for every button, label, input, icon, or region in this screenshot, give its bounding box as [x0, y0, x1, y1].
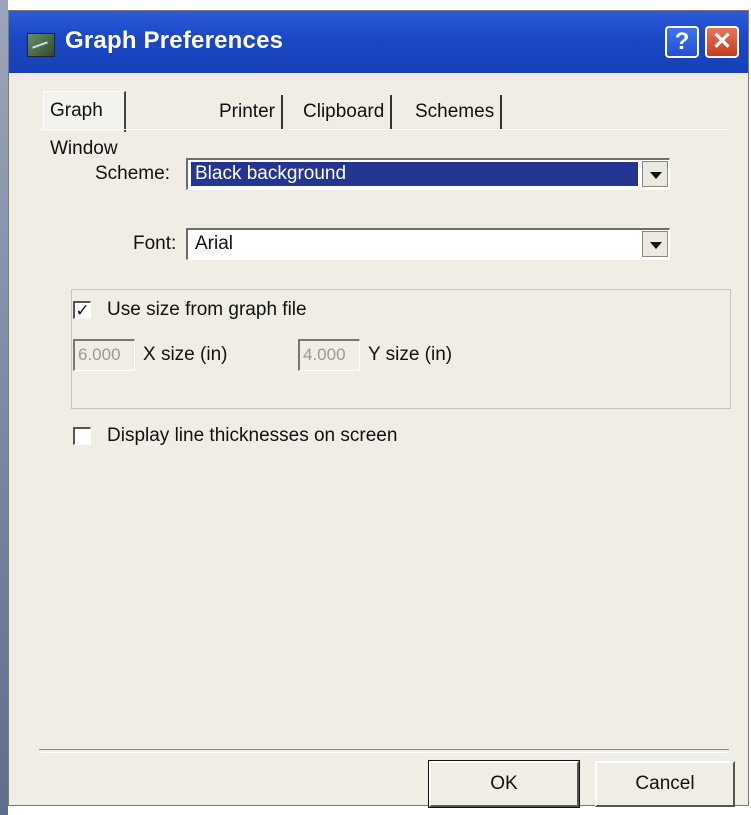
y-size-label: Y size (in)	[368, 344, 453, 365]
tab-graph-window[interactable]: Graph Window	[43, 91, 126, 159]
scheme-label: Scheme:	[95, 163, 170, 184]
font-value: Arial	[195, 233, 234, 254]
window-title: Graph Preferences	[65, 27, 284, 54]
tab-schemes[interactable]: Schemes	[409, 95, 503, 129]
tab-clipboard[interactable]: Clipboard	[297, 95, 393, 129]
font-label: Font:	[133, 233, 177, 254]
line-thickness-checkbox[interactable]	[73, 427, 91, 445]
cancel-button[interactable]: Cancel	[595, 761, 735, 807]
use-size-label: Use size from graph file	[107, 299, 307, 320]
chevron-down-icon[interactable]	[642, 161, 668, 187]
tab-printer[interactable]: Printer	[213, 95, 283, 129]
use-size-checkbox[interactable]: ✓	[73, 301, 91, 319]
y-size-input[interactable]: 4.000	[298, 339, 360, 371]
graph-preferences-dialog: Graph Preferences ? ✕ Graph Window Print…	[8, 10, 749, 808]
x-size-label: X size (in)	[143, 344, 228, 365]
scheme-value: Black background	[191, 162, 638, 186]
scheme-dropdown[interactable]: Black background	[186, 158, 670, 190]
background-window-edge	[0, 0, 8, 815]
font-dropdown[interactable]: Arial	[186, 228, 670, 260]
chevron-down-icon[interactable]	[642, 231, 668, 257]
line-thickness-label: Display line thicknesses on screen	[107, 425, 398, 446]
footer-separator	[39, 749, 729, 753]
graph-app-icon	[27, 33, 55, 57]
title-bar[interactable]: Graph Preferences ? ✕	[9, 11, 748, 73]
x-size-input[interactable]: 6.000	[73, 339, 135, 371]
ok-button[interactable]: OK	[428, 760, 580, 808]
help-button[interactable]: ?	[665, 26, 699, 58]
close-button[interactable]: ✕	[705, 26, 739, 58]
